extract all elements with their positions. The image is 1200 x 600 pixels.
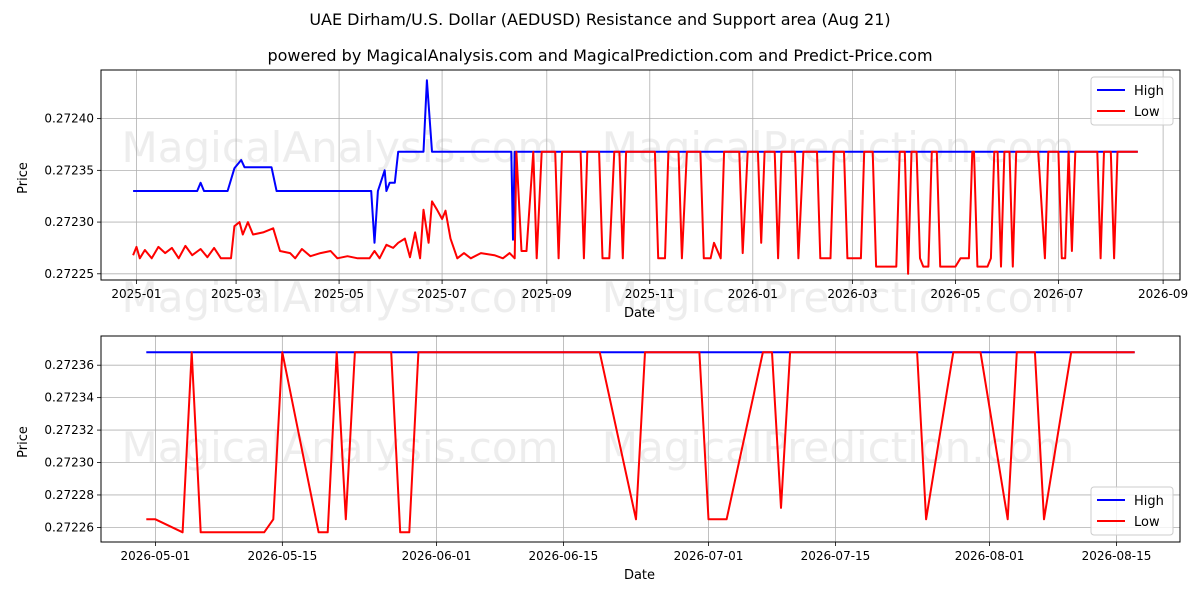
x-tick-label: 2026-01 [728,287,778,301]
x-tick-label: 2026-03 [827,287,877,301]
x-axis-label: Date [624,568,655,583]
y-tick-label: 0.27230 [44,456,94,470]
x-tick-label: 2026-08-01 [955,549,1025,563]
legend-label-low: Low [1134,105,1160,120]
x-tick-label: 2026-07 [1033,287,1083,301]
x-tick-label: 2025-07 [417,287,467,301]
x-tick-label: 2026-06-15 [529,549,599,563]
plot-frame [100,69,1181,281]
x-tick-label: 2025-09 [522,287,572,301]
top-panel: MagicalAnalysis.com MagicalPrediction.co… [16,69,1188,322]
figure: MagicalAnalysis.com MagicalPrediction.co… [16,69,1188,583]
x-tick-label: 2026-05-01 [121,549,191,563]
y-tick-label: 0.27225 [44,267,94,281]
y-tick-label: 0.27235 [44,163,94,177]
x-tick-label: 2026-09 [1138,287,1188,301]
y-tick-label: 0.27230 [44,215,94,229]
x-tick-label: 2025-11 [625,287,675,301]
legend-label-high: High [1134,494,1164,509]
x-tick-label: 2026-08-15 [1082,549,1152,563]
x-tick-label: 2025-05 [314,287,364,301]
y-tick-label: 0.27226 [44,520,94,534]
legend-label-high: High [1134,84,1164,99]
x-tick-label: 2025-03 [211,287,261,301]
x-tick-label: 2025-01 [111,287,161,301]
x-tick-label: 2026-06-01 [402,549,472,563]
legend-label-low: Low [1134,515,1160,530]
y-tick-label: 0.27240 [44,112,94,126]
x-tick-label: 2026-07-15 [801,549,871,563]
bottom-panel: MagicalAnalysis.com MagicalPrediction.co… [16,335,1181,583]
x-tick-label: 2026-07-01 [674,549,744,563]
x-tick-label: 2026-05-15 [247,549,317,563]
y-tick-label: 0.27236 [44,358,94,372]
y-tick-label: 0.27234 [44,391,94,405]
y-axis-label: Price [16,162,31,194]
y-axis-label: Price [16,426,31,458]
y-tick-label: 0.27228 [44,488,94,502]
x-axis-label: Date [624,306,655,321]
watermark-left: MagicalAnalysis.com [122,123,559,172]
y-tick-label: 0.27232 [44,423,94,437]
x-tick-label: 2026-05 [930,287,980,301]
